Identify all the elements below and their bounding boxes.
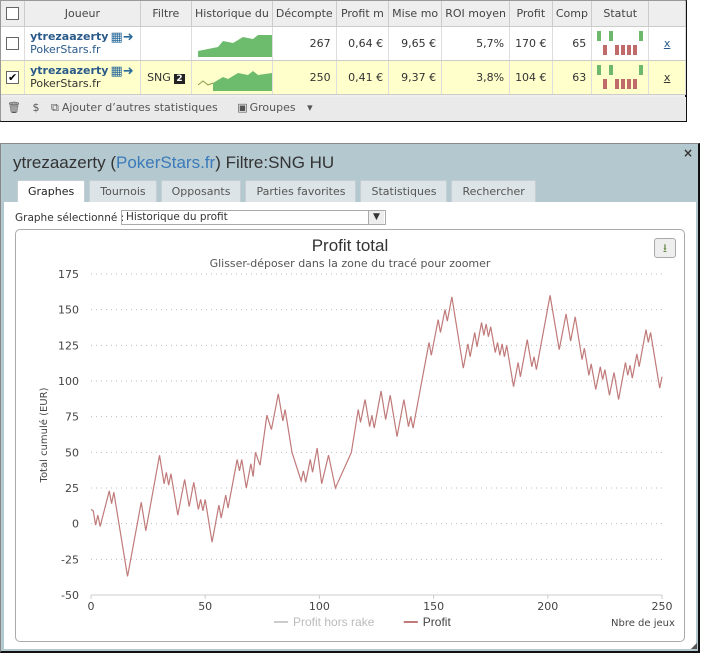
profit-sparkline	[197, 70, 272, 91]
y-tick-label: 150	[58, 304, 79, 317]
select-all-checkbox[interactable]	[6, 7, 20, 20]
y-axis-label: Total cumulé (EUR)	[38, 387, 50, 483]
y-tick-label: 75	[65, 411, 79, 424]
avg-profit-cell: 0,64 €	[336, 26, 390, 61]
trash-icon[interactable]: 🗑	[7, 101, 21, 114]
player-table-panel: Joueur Filtre Historique du Décompte Pro…	[0, 0, 687, 122]
avg-stake-cell: 9,37 €	[388, 60, 443, 95]
dialog-tabs: Graphes Tournois Opposants Parties favor…	[17, 180, 536, 203]
status-bars	[597, 31, 644, 55]
filter-text: SNG	[147, 70, 171, 84]
save-icon: ▣	[237, 101, 248, 114]
col-header-historique[interactable]: Historique du	[191, 1, 273, 27]
select-all-header[interactable]	[1, 1, 26, 27]
groups-button[interactable]: ▣ Groupes ▾	[237, 101, 320, 114]
tab-rechercher[interactable]: Rechercher	[451, 180, 536, 202]
row-checkbox[interactable]	[6, 36, 20, 50]
legend-item[interactable]: Profit hors rake	[293, 615, 375, 629]
groups-label: Groupes	[249, 101, 296, 114]
tab-parties-favorites[interactable]: Parties favorites	[245, 180, 357, 202]
col-header-statut[interactable]: Statut	[591, 1, 650, 27]
status-bars	[597, 65, 644, 89]
col-header-profit-moyen[interactable]: Profit m	[336, 1, 390, 27]
table-row[interactable]: ytrezaazerty PokerStars.fr ▦➜ 267 0,64 € 9…	[1, 26, 686, 61]
dialog-filter: ) Filtre:SNG HU	[215, 153, 335, 172]
player-site: PokerStars.fr	[30, 77, 101, 90]
y-tick-label: 125	[58, 339, 79, 352]
y-tick-label: 100	[58, 375, 79, 388]
resize-handle[interactable]: ◢	[691, 641, 697, 650]
row-checkbox[interactable]: ✔	[6, 70, 20, 84]
comp-cell: 63	[552, 60, 593, 95]
player-dialog: ytrezaazerty (PokerStars.fr) Filtre:SNG …	[0, 143, 700, 653]
graph-select-value: Historique du profit	[126, 211, 228, 223]
profit-cell: 104 €	[509, 60, 553, 95]
avg-profit-cell: 0,41 €	[336, 60, 390, 95]
calendar-export-icon[interactable]: ▦➜	[110, 64, 133, 79]
filter-badge[interactable]: 2	[174, 73, 185, 84]
col-header-roi[interactable]: ROI moyen	[441, 1, 511, 27]
x-axis-label: Nbre de jeux	[611, 618, 675, 629]
filter-cell	[140, 26, 193, 61]
profit-sparkline	[197, 34, 272, 57]
calendar-export-icon[interactable]: ▦➜	[110, 30, 133, 45]
x-tick-label: 100	[309, 600, 330, 613]
legend-item[interactable]: Profit	[423, 615, 452, 629]
comp-cell: 65	[552, 26, 593, 61]
y-tick-label: 0	[72, 518, 79, 531]
col-header-joueur[interactable]: Joueur	[24, 1, 141, 27]
y-tick-label: -25	[61, 553, 79, 566]
table-toolbar: 🗑 $ ⧉ Ajouter d’autres statistiques ▣ Grou…	[1, 97, 686, 121]
count-cell: 250	[272, 60, 337, 95]
avg-stake-cell: 9,65 €	[388, 26, 443, 61]
remove-row-button[interactable]: x	[664, 71, 671, 84]
tab-tournois[interactable]: Tournois	[89, 180, 157, 202]
col-header-mise-moyenne[interactable]: Mise mo	[388, 1, 443, 27]
y-tick-label: 25	[65, 482, 79, 495]
dialog-title: ytrezaazerty (PokerStars.fr) Filtre:SNG …	[13, 153, 334, 173]
tab-graphes[interactable]: Graphes	[17, 180, 86, 203]
dialog-paren: (	[105, 153, 116, 172]
x-tick-label: 150	[423, 600, 444, 613]
close-icon[interactable]: ×	[683, 146, 693, 160]
refresh-currency-icon[interactable]: $	[32, 101, 39, 114]
col-header-comp[interactable]: Comp	[552, 1, 593, 27]
add-stats-label: Ajouter d’autres statistiques	[61, 101, 218, 114]
chevron-down-icon[interactable]: ▼	[368, 211, 384, 224]
tab-statistiques[interactable]: Statistiques	[360, 180, 448, 202]
col-header-decompte[interactable]: Décompte	[272, 1, 337, 27]
y-tick-label: 50	[65, 446, 79, 459]
x-tick-label: 250	[652, 600, 673, 613]
x-tick-label: 50	[198, 600, 212, 613]
filter-cell: SNG 2	[140, 60, 193, 95]
add-window-icon: ⧉	[50, 101, 59, 114]
y-tick-label: 175	[58, 268, 79, 281]
roi-cell: 3,8%	[441, 60, 511, 95]
profit-chart[interactable]: Profit total Glisser-déposer dans la zon…	[15, 229, 685, 642]
col-header-filtre[interactable]: Filtre	[140, 1, 193, 27]
series-line-profit	[90, 295, 663, 577]
graph-select[interactable]: Historique du profit ▼	[121, 210, 386, 225]
player-site: PokerStars.fr	[30, 43, 101, 56]
col-header-profit[interactable]: Profit	[509, 1, 553, 27]
col-header-remove	[648, 1, 686, 27]
caret-down-icon: ▾	[307, 101, 313, 114]
graph-select-label: Graphe sélectionné :	[15, 212, 125, 224]
y-tick-label: -50	[61, 589, 79, 602]
dialog-player: ytrezaazerty	[13, 153, 106, 172]
dialog-body: Graphe sélectionné : Historique du profi…	[4, 202, 696, 649]
profit-cell: 170 €	[509, 26, 553, 61]
x-tick-label: 200	[537, 600, 558, 613]
remove-row-button[interactable]: x	[664, 37, 671, 50]
dialog-site-link[interactable]: PokerStars.fr	[116, 153, 215, 172]
table-row[interactable]: ✔ ytrezaazerty PokerStars.fr ▦➜ SNG 2 250 …	[1, 60, 686, 95]
x-tick-label: 0	[88, 600, 95, 613]
roi-cell: 5,7%	[441, 26, 511, 61]
chart-plot[interactable]: -50 -25 0 25 50 75 100 125 150 175 0 50 100 150 200 250…	[16, 230, 686, 643]
player-table: Joueur Filtre Historique du Décompte Pro…	[1, 1, 686, 95]
count-cell: 267	[272, 26, 337, 61]
tab-opposants[interactable]: Opposants	[160, 180, 242, 202]
add-stats-button[interactable]: ⧉ Ajouter d’autres statistiques	[51, 101, 226, 114]
